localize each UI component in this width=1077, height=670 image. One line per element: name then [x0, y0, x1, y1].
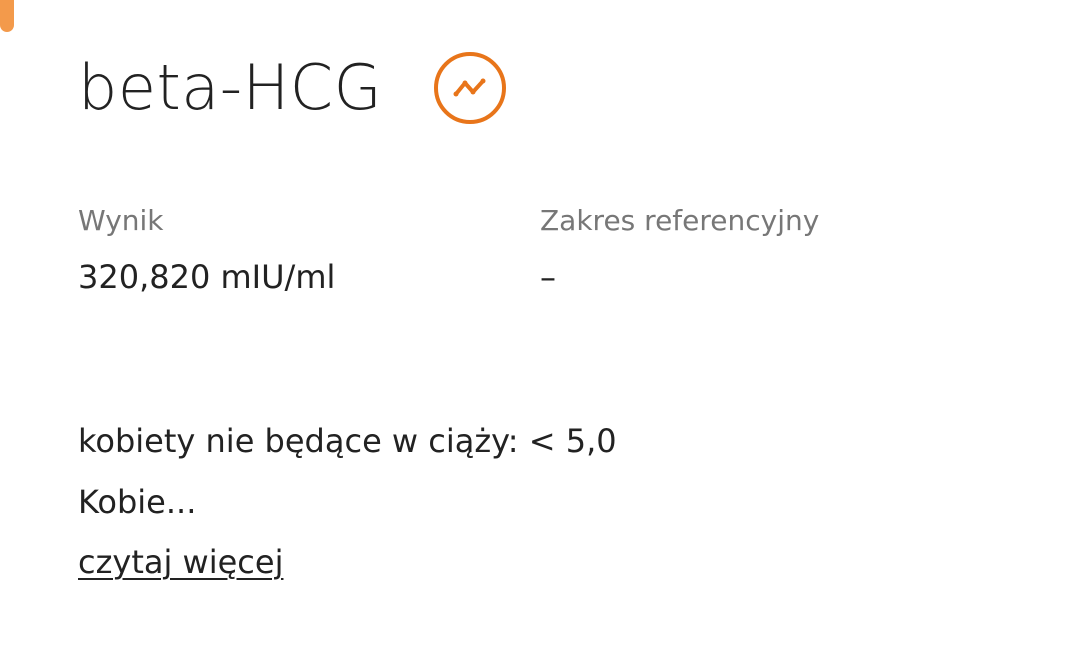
- reference-note-line: kobiety nie będące w ciąży: < 5,0: [78, 422, 617, 460]
- trend-line-icon: [453, 78, 486, 97]
- page-title: beta-HCG: [78, 51, 383, 124]
- accent-mark: [0, 0, 14, 32]
- result-value: 320,820 mIU/ml: [78, 258, 336, 296]
- reference-note-truncated: Kobie...: [78, 483, 197, 521]
- read-more-link[interactable]: czytaj więcej: [78, 543, 283, 581]
- reference-range-label: Zakres referencyjny: [540, 204, 820, 237]
- result-label: Wynik: [78, 204, 164, 237]
- reference-range-value: –: [540, 258, 556, 296]
- trend-chart-button[interactable]: [434, 52, 507, 124]
- header: beta-HCG: [78, 51, 507, 124]
